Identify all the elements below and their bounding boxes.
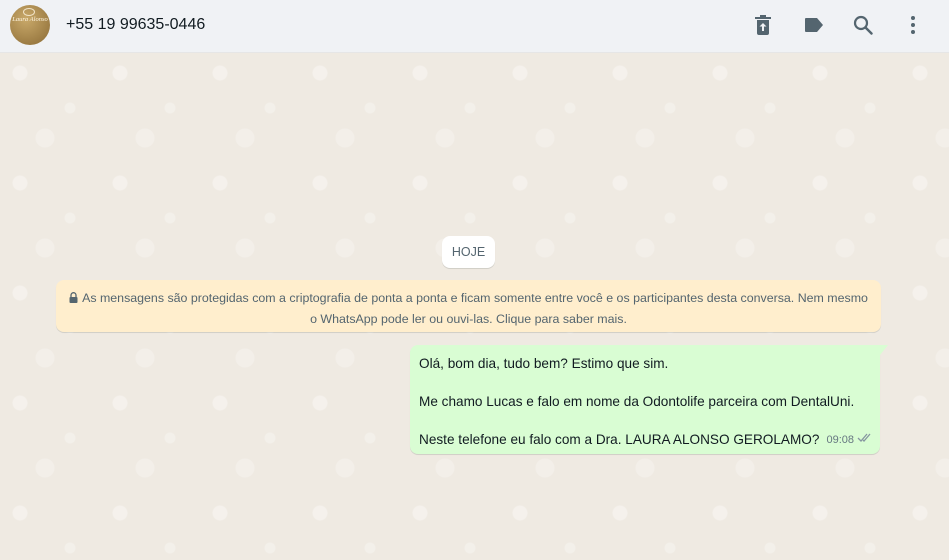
- message-line: Olá, bom dia, tudo bem? Estimo que sim.: [419, 356, 669, 371]
- contact-name[interactable]: +55 19 99635-0446: [66, 16, 205, 34]
- message-line: Me chamo Lucas e falo em nome da Odontol…: [419, 394, 855, 409]
- date-divider: HOJE: [442, 236, 495, 268]
- avatar-logo-ring: [23, 8, 35, 16]
- message-time: 09:08: [826, 434, 854, 446]
- lock-icon: [69, 289, 78, 309]
- delete-icon[interactable]: [750, 12, 776, 38]
- bubble-tail: [880, 345, 888, 355]
- encryption-notice[interactable]: As mensagens são protegidas com a cripto…: [56, 280, 881, 332]
- contact-avatar[interactable]: Laura Alonso: [10, 5, 50, 45]
- double-check-icon: [857, 431, 873, 450]
- message-meta: 09:08: [826, 431, 873, 450]
- chat-header: Laura Alonso +55 19 99635-0446: [0, 0, 949, 53]
- message-line: Neste telefone eu falo com a Dra. LAURA …: [419, 432, 820, 447]
- message-bubble-outgoing[interactable]: Olá, bom dia, tudo bem? Estimo que sim. …: [410, 345, 888, 454]
- avatar-logo-text: Laura Alonso: [12, 16, 48, 23]
- search-icon[interactable]: [850, 12, 876, 38]
- menu-dots-icon[interactable]: [900, 12, 926, 38]
- label-icon[interactable]: [801, 12, 827, 38]
- encryption-notice-text: As mensagens são protegidas com a cripto…: [82, 291, 868, 326]
